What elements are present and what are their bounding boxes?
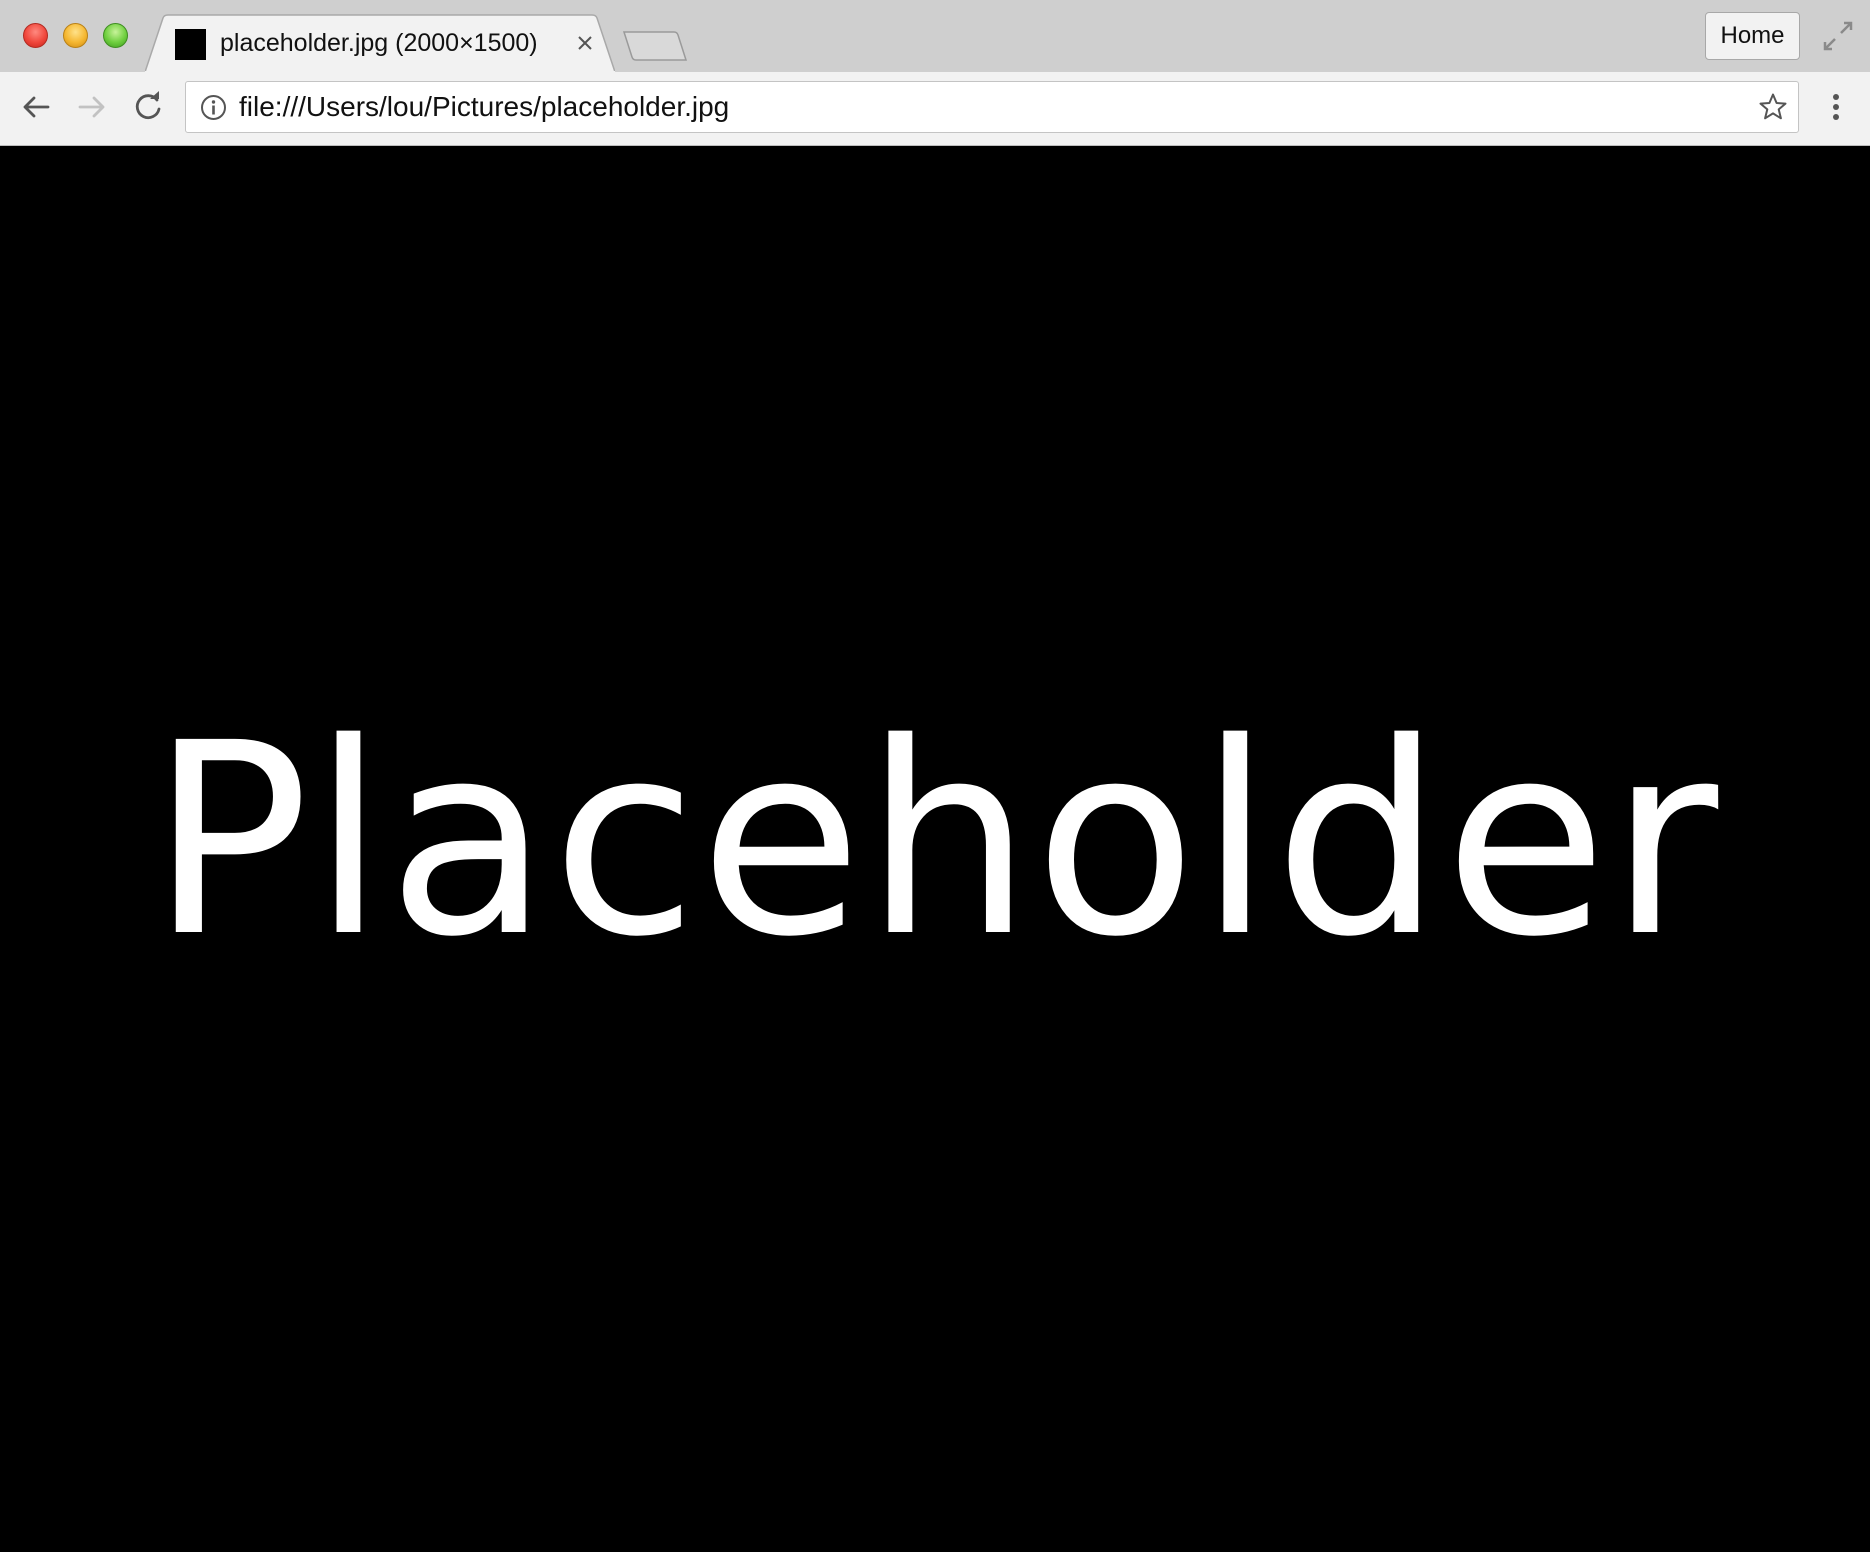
image-thumbnail-icon [175, 29, 206, 60]
new-tab-button[interactable] [622, 30, 688, 62]
browser-window: placeholder.jpg (2000×1500) Home file://… [0, 0, 1870, 1552]
arrow-left-icon[interactable] [18, 89, 54, 125]
address-bar[interactable]: file:///Users/lou/Pictures/placeholder.j… [185, 81, 1799, 133]
window-zoom-button[interactable] [103, 23, 128, 48]
placeholder-image-text: Placeholder [149, 687, 1721, 995]
url-text[interactable]: file:///Users/lou/Pictures/placeholder.j… [239, 82, 729, 132]
star-icon[interactable] [1758, 92, 1788, 122]
browser-toolbar: file:///Users/lou/Pictures/placeholder.j… [0, 72, 1870, 146]
info-icon[interactable] [200, 94, 227, 121]
window-minimize-button[interactable] [63, 23, 88, 48]
page-viewport: Placeholder [0, 146, 1870, 1552]
tab-strip: placeholder.jpg (2000×1500) Home [0, 0, 1870, 74]
tab-active[interactable]: placeholder.jpg (2000×1500) [145, 14, 615, 74]
vertical-dots-icon[interactable] [1823, 89, 1849, 125]
close-icon[interactable] [573, 31, 597, 55]
fullscreen-icon[interactable] [1822, 20, 1854, 52]
home-button[interactable]: Home [1705, 12, 1800, 60]
tab-title: placeholder.jpg (2000×1500) [220, 29, 538, 57]
window-close-button[interactable] [23, 23, 48, 48]
reload-icon[interactable] [130, 89, 166, 125]
arrow-right-icon[interactable] [74, 89, 110, 125]
